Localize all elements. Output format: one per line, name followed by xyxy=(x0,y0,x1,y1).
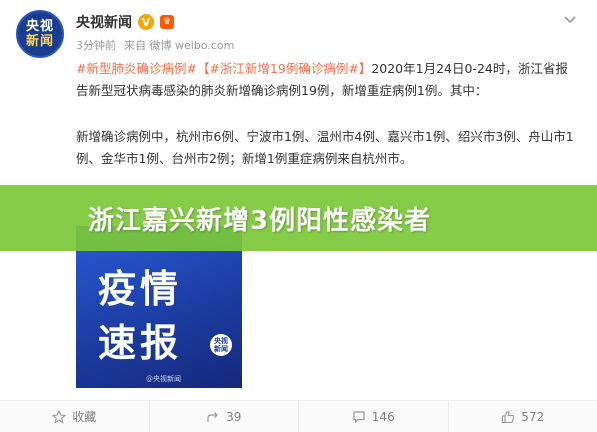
post-paragraph-2: 新增确诊病例中，杭州市6例、宁波市1例、温州市4例、嘉兴市1例、绍兴市3例、舟山… xyxy=(76,129,574,166)
image-title-line2: 速报 xyxy=(98,321,183,365)
action-bar: 收藏 39 146 572 xyxy=(0,400,597,432)
chevron-down-icon[interactable] xyxy=(561,10,579,28)
star-icon xyxy=(52,409,67,424)
like-button[interactable]: 572 xyxy=(447,401,597,432)
favorite-label: 收藏 xyxy=(72,410,97,424)
image-title-line1: 疫情 xyxy=(98,267,183,311)
hashtag-link[interactable]: 【#浙江新增19例确诊病例#】 xyxy=(197,61,371,76)
post-source: 来自 微博 weibo.com xyxy=(124,39,235,52)
image-logo-top: 央视 xyxy=(214,337,228,345)
favorite-button[interactable]: 收藏 xyxy=(0,401,149,432)
repost-button[interactable]: 39 xyxy=(148,401,299,432)
like-count: 572 xyxy=(521,409,545,424)
banner-title: 浙江嘉兴新增3例阳性感染者 xyxy=(88,205,432,236)
post-meta: 3分钟前 来自 微博 weibo.com xyxy=(76,37,234,53)
thumbs-up-icon xyxy=(502,410,515,423)
avatar-text-top: 央视 xyxy=(25,19,54,34)
member-crown-icon: ♛ xyxy=(160,15,174,29)
post-time[interactable]: 3分钟前 xyxy=(76,37,116,53)
account-name-row: 央视新闻 V ♛ xyxy=(76,12,174,32)
hashtag-link[interactable]: #新型肺炎确诊病例# xyxy=(76,61,197,76)
image-watermark: @央视新闻 xyxy=(146,375,181,383)
comment-count: 146 xyxy=(371,409,395,424)
account-name[interactable]: 央视新闻 xyxy=(76,12,132,32)
weibo-post-card: 央视 新闻 央视新闻 V ♛ 3分钟前 来自 微博 weibo.com #新型肺… xyxy=(0,0,597,432)
repost-count: 39 xyxy=(226,409,242,424)
avatar[interactable]: 央视 新闻 xyxy=(16,10,64,58)
comment-icon xyxy=(353,410,365,423)
headline-banner: 浙江嘉兴新增3例阳性感染者 xyxy=(0,185,597,251)
repost-icon xyxy=(207,411,218,422)
image-logo-bottom: 新闻 xyxy=(214,345,228,353)
verified-icon: V xyxy=(138,14,154,30)
comment-button[interactable]: 146 xyxy=(298,401,448,432)
image-logo: 央视 新闻 xyxy=(210,334,232,356)
avatar-text-bottom: 新闻 xyxy=(25,34,54,49)
post-paragraph-1: #新型肺炎确诊病例#【#浙江新增19例确诊病例#】2020年1月24日0-24时… xyxy=(76,58,576,102)
